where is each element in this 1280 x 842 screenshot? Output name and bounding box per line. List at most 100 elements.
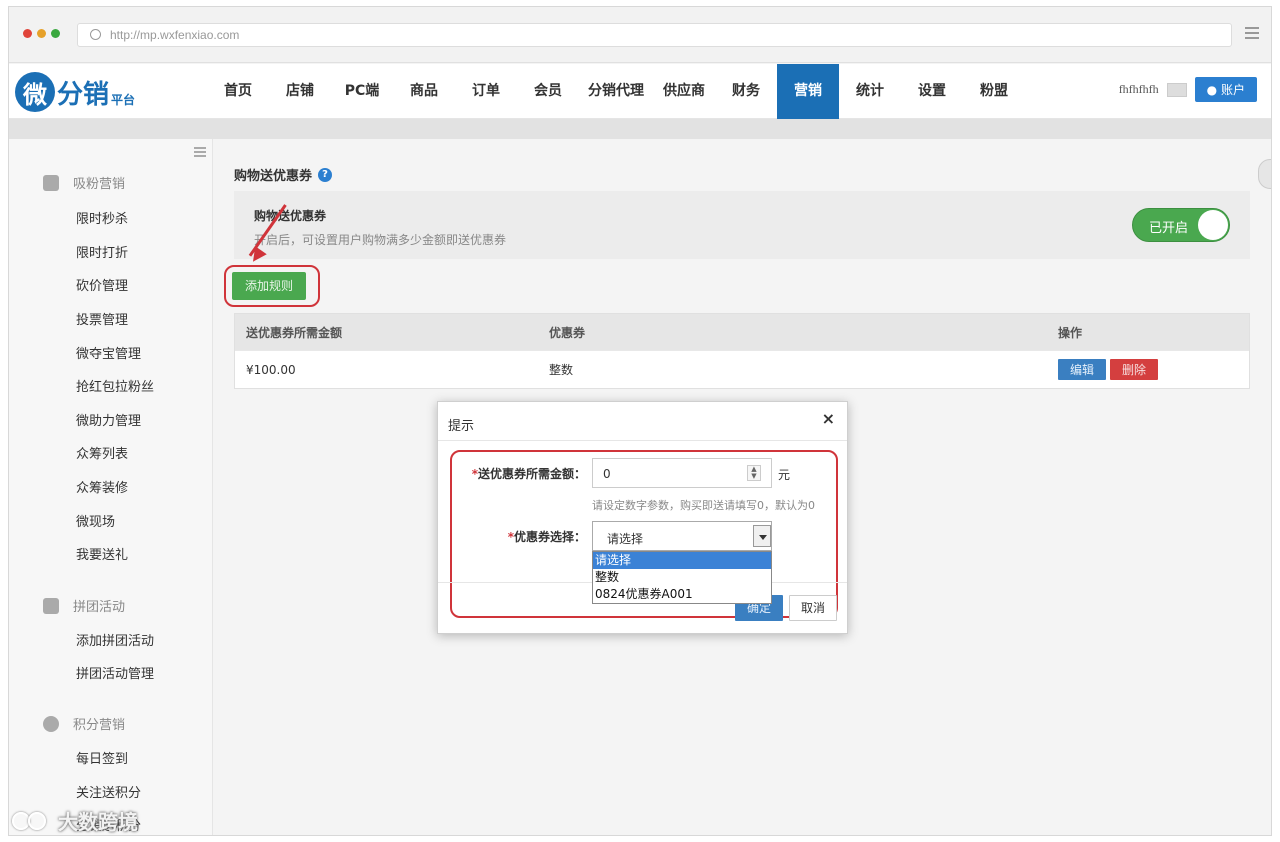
nav-item-statistics[interactable]: 统计 — [839, 64, 901, 119]
maximize-window-dot[interactable] — [51, 29, 60, 38]
sidebar-group-title: 积分营销 — [73, 718, 126, 733]
account-label: 账户 — [1220, 83, 1245, 97]
sidebar-item-crowdfund-list[interactable]: 众筹列表 — [76, 443, 128, 462]
user-icon: ● — [1206, 83, 1218, 97]
logo[interactable]: 微 分销 平台 — [15, 70, 135, 114]
coupon-options-list: 请选择 整数 0824优惠券A001 — [592, 551, 772, 604]
nav-item-fan-alliance[interactable]: 粉盟 — [963, 64, 1025, 119]
coupon-label-text: 优惠券选择： — [513, 530, 586, 544]
window-controls — [23, 29, 60, 38]
sidebar-item-time-discount[interactable]: 限时打折 — [76, 242, 128, 261]
table-header: 送优惠券所需金额 优惠券 操作 — [235, 314, 1249, 350]
sidebar-collapse-icon[interactable] — [194, 147, 206, 157]
rules-table: 送优惠券所需金额 优惠券 操作 ¥100.00 整数 编辑 删除 — [234, 313, 1250, 389]
panel-title: 购物送优惠券 — [254, 209, 327, 223]
sidebar-item-add-group-buy[interactable]: 添加拼团活动 — [76, 630, 154, 649]
sidebar-group-group-buy[interactable]: 拼团活动 — [43, 596, 125, 615]
url-text: http://mp.wxfenxiao.com — [110, 28, 240, 42]
user-plus-icon — [43, 174, 59, 191]
sidebar-group-title: 拼团活动 — [73, 600, 126, 615]
side-panel-handle[interactable] — [1258, 159, 1271, 189]
user-area: fhfhfhfh ● 账户 — [1119, 77, 1257, 102]
sidebar-item-daily-signin[interactable]: 每日签到 — [76, 748, 128, 767]
feature-panel: 购物送优惠券 开启后，可设置用户购物满多少金额即送优惠券 已开启 — [234, 191, 1250, 259]
amount-hint: 请设定数字参数，购买即送请填写0，默认为0 — [592, 499, 815, 512]
sidebar-item-red-packet[interactable]: 抢红包拉粉丝 — [76, 376, 154, 395]
username[interactable]: fhfhfhfh — [1119, 82, 1159, 97]
logo-mark: 微 — [15, 72, 55, 112]
address-bar[interactable]: http://mp.wxfenxiao.com — [77, 23, 1232, 47]
refresh-icon[interactable] — [90, 29, 101, 40]
sidebar-item-manage-group-buy[interactable]: 拼团活动管理 — [76, 663, 154, 682]
account-button[interactable]: ● 账户 — [1194, 77, 1257, 102]
column-header-amount: 送优惠券所需金额 — [246, 325, 343, 340]
sidebar-group-fans[interactable]: 吸粉营销 — [43, 173, 125, 192]
delete-button[interactable]: 删除 — [1110, 359, 1159, 380]
coupon-option[interactable]: 0824优惠券A001 — [593, 586, 771, 603]
nav-item-distribution[interactable]: 分销代理 — [579, 64, 653, 119]
mail-icon[interactable] — [1166, 82, 1187, 97]
nav-item-store[interactable]: 店铺 — [269, 64, 331, 119]
nav-item-products[interactable]: 商品 — [393, 64, 455, 119]
minimize-window-dot[interactable] — [37, 29, 46, 38]
watermark-logo — [12, 810, 52, 832]
add-rule-button[interactable]: 添加规则 — [232, 272, 306, 300]
chevron-down-icon[interactable] — [753, 525, 771, 547]
sidebar-group-title: 吸粉营销 — [73, 177, 126, 192]
top-navigation: 微 分销 平台 首页 店铺 PC端 商品 订单 会员 分销代理 供应商 财务 营… — [9, 64, 1271, 119]
row-coupon: 整数 — [549, 363, 574, 377]
nav-item-suppliers[interactable]: 供应商 — [653, 64, 715, 119]
grid-icon — [43, 597, 59, 614]
sidebar-item-crowdfund-decor[interactable]: 众筹装修 — [76, 477, 128, 496]
coupon-select[interactable]: 请选择 — [592, 521, 772, 551]
help-icon[interactable]: ? — [318, 167, 333, 182]
toggle-knob — [1198, 210, 1228, 240]
sidebar-item-bargain[interactable]: 砍价管理 — [76, 275, 128, 294]
cancel-button[interactable]: 取消 — [789, 595, 837, 621]
nav-item-orders[interactable]: 订单 — [455, 64, 517, 119]
nav-menu: 首页 店铺 PC端 商品 订单 会员 分销代理 供应商 财务 营销 统计 设置 … — [207, 64, 1025, 119]
sidebar: 吸粉营销 限时秒杀 限时打折 砍价管理 投票管理 微夺宝管理 抢红包拉粉丝 微助… — [9, 139, 213, 835]
column-header-actions: 操作 — [1058, 325, 1083, 340]
feature-toggle[interactable]: 已开启 — [1132, 208, 1230, 242]
page-title: 购物送优惠券 ? — [234, 165, 333, 184]
sidebar-item-assist[interactable]: 微助力管理 — [76, 410, 141, 429]
watermark: 大数跨境 — [12, 806, 138, 835]
nav-item-finance[interactable]: 财务 — [715, 64, 777, 119]
close-window-dot[interactable] — [23, 29, 32, 38]
sidebar-item-gift[interactable]: 我要送礼 — [76, 544, 128, 563]
logo-text: 分销 — [57, 79, 110, 110]
edit-button[interactable]: 编辑 — [1058, 359, 1107, 380]
toggle-label: 已开启 — [1149, 221, 1189, 236]
nav-item-marketing[interactable]: 营销 — [777, 64, 839, 119]
browser-menu-icon[interactable] — [1245, 27, 1259, 39]
nav-item-home[interactable]: 首页 — [207, 64, 269, 119]
header-strip — [9, 119, 1271, 139]
coupon-select-value: 请选择 — [607, 532, 644, 546]
sidebar-item-live-event[interactable]: 微现场 — [76, 511, 115, 530]
browser-chrome: http://mp.wxfenxiao.com — [9, 7, 1271, 63]
nav-item-members[interactable]: 会员 — [517, 64, 579, 119]
coupon-option[interactable]: 整数 — [593, 569, 771, 586]
sidebar-group-points[interactable]: 积分营销 — [43, 714, 125, 733]
page-title-text: 购物送优惠券 — [234, 169, 313, 184]
amount-label-text: 送优惠券所需金额： — [477, 467, 586, 481]
pie-icon — [43, 715, 59, 732]
close-icon[interactable]: × — [822, 409, 835, 428]
spinner-icon[interactable]: ▲ ▼ — [747, 465, 761, 481]
sidebar-item-flash-sale[interactable]: 限时秒杀 — [76, 208, 128, 227]
amount-input[interactable]: 0 ▲ ▼ — [592, 458, 772, 488]
row-actions: 编辑 删除 — [1058, 351, 1159, 388]
nav-item-settings[interactable]: 设置 — [901, 64, 963, 119]
panel-description: 开启后，可设置用户购物满多少金额即送优惠券 — [254, 233, 507, 247]
amount-value: 0 — [603, 467, 611, 481]
sidebar-item-treasure[interactable]: 微夺宝管理 — [76, 343, 141, 362]
nav-item-pc[interactable]: PC端 — [331, 64, 393, 119]
amount-label: *送优惠券所需金额： — [468, 465, 586, 482]
amount-unit: 元 — [778, 468, 791, 482]
sidebar-item-vote[interactable]: 投票管理 — [76, 309, 128, 328]
logo-subtitle: 平台 — [111, 92, 136, 107]
column-header-coupon: 优惠券 — [549, 325, 586, 340]
sidebar-item-follow-points[interactable]: 关注送积分 — [76, 782, 141, 801]
coupon-option[interactable]: 请选择 — [593, 552, 771, 569]
